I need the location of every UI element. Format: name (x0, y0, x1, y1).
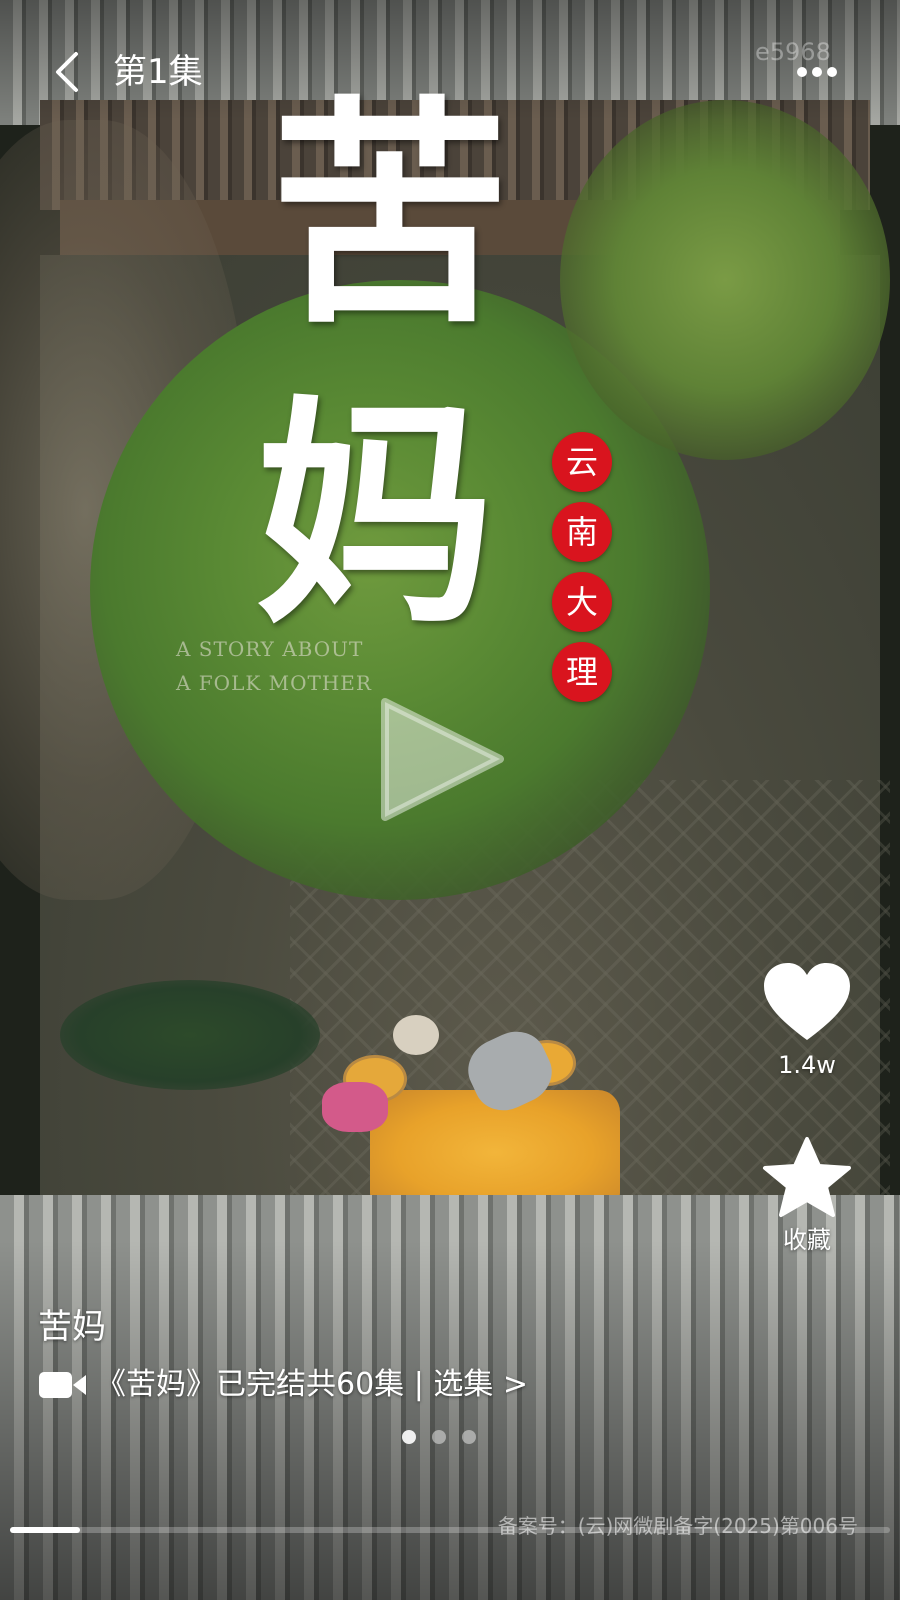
bottom-gradient (0, 1240, 900, 1600)
bush (60, 980, 320, 1090)
heart-icon (764, 963, 850, 1040)
like-button[interactable]: 1.4w (755, 960, 859, 1080)
favorite-label: 收藏 (783, 1226, 831, 1254)
page-indicator (402, 1430, 476, 1444)
poster-english-line: A FOLK MOTHER (176, 671, 372, 695)
star-icon (763, 1137, 851, 1217)
page-dot (462, 1430, 476, 1444)
page-dot (402, 1430, 416, 1444)
poster-english-line: A STORY ABOUT (176, 637, 364, 661)
more-button[interactable] (792, 55, 842, 89)
page-dot (432, 1430, 446, 1444)
chevron-left-icon (56, 52, 78, 92)
poster-seal: 理 (552, 642, 612, 702)
video-player-screen[interactable]: 苦 妈 云 南 大 理 A STORY ABOUT A FOLK MOTHER … (0, 0, 900, 1600)
poster-title-char: 妈 (255, 374, 496, 656)
poster-english-subtitle: A STORY ABOUT A FOLK MOTHER (176, 632, 496, 700)
series-status-text: 《苦妈》已完结共60集 | 选集 > (96, 1367, 529, 1402)
episode-title: 第1集 (113, 52, 203, 92)
green-tree-right (560, 100, 890, 460)
episode-selector-link[interactable]: 《苦妈》已完结共60集 | 选集 > (38, 1365, 528, 1405)
poster-seal: 云 (552, 432, 612, 492)
like-count: 1.4w (778, 1051, 836, 1079)
poster-seal: 南 (552, 502, 612, 562)
favorite-button[interactable]: 收藏 (755, 1135, 859, 1255)
round-tray (393, 1015, 439, 1055)
person-figure (322, 1082, 388, 1132)
poster-seal: 大 (552, 572, 612, 632)
back-button[interactable] (46, 48, 88, 96)
poster-title-char: 苦 (270, 74, 511, 356)
progress-fill (10, 1527, 81, 1533)
video-camera-icon (39, 1372, 86, 1398)
play-icon[interactable] (380, 697, 505, 822)
more-dots-icon (797, 67, 837, 77)
drama-title: 苦妈 (38, 1307, 106, 1347)
record-number: 备案号：(云)网微剧备字(2025)第006号 (497, 1514, 858, 1538)
